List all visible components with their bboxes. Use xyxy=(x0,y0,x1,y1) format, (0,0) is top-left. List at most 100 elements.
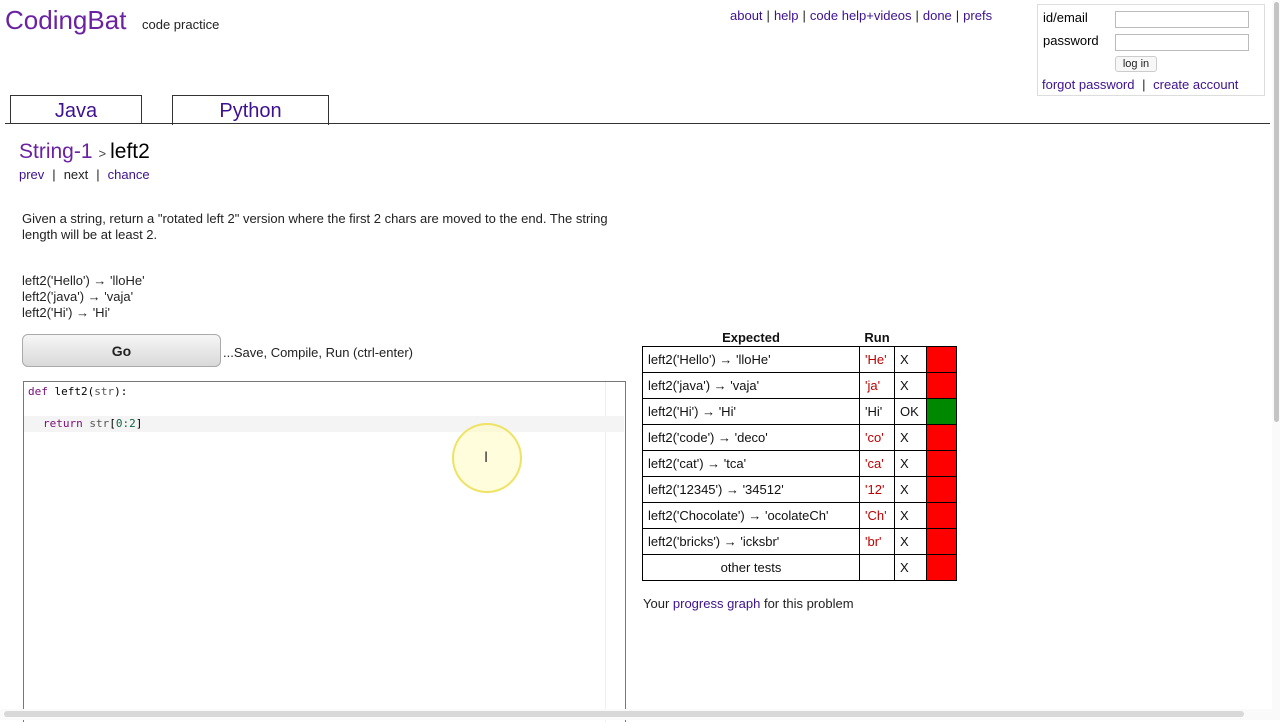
expected-cell: left2('Hello') → 'lloHe' xyxy=(642,346,860,373)
code-punct: [ xyxy=(109,417,116,430)
run-cell: 'ca' xyxy=(859,450,895,477)
tab-divider xyxy=(5,123,1270,124)
nav-separator: | xyxy=(766,8,770,23)
next-link[interactable]: next xyxy=(64,167,89,182)
vertical-scrollbar-thumb[interactable] xyxy=(1274,2,1279,422)
result-cell: X xyxy=(894,346,927,373)
nav-done-link[interactable]: done xyxy=(923,8,952,23)
other-tests-label: other tests xyxy=(642,554,860,581)
nav-separator: | xyxy=(955,8,960,23)
result-cell: X xyxy=(894,528,927,555)
tagline: code practice xyxy=(142,17,220,32)
nav-prefs-link[interactable]: prefs xyxy=(963,8,992,23)
other-tests-result: X xyxy=(894,554,927,581)
other-tests-status xyxy=(926,554,957,581)
result-row: left2('code') → 'deco''co' X xyxy=(642,424,957,451)
nav-help-link[interactable]: help xyxy=(774,8,799,23)
run-cell: 'ja' xyxy=(859,372,895,399)
result-row: left2('Hello') → 'lloHe' 'He' X xyxy=(642,346,957,373)
expected-cell: left2('Hi') → 'Hi' xyxy=(642,398,860,425)
expected-cell: left2('code') → 'deco' xyxy=(642,424,860,451)
example-line: left2('java') → 'vaja' xyxy=(22,289,134,304)
expected-cell: left2('Chocolate') → 'ocolateCh' xyxy=(642,502,860,529)
breadcrumb-separator: > xyxy=(98,146,107,161)
create-account-link[interactable]: create account xyxy=(1153,77,1238,92)
expected-cell: left2('cat') → 'tca' xyxy=(642,450,860,477)
results-body: left2('Hello') → 'lloHe' 'He' Xleft2('java… xyxy=(642,346,957,581)
code-editor[interactable]: def left2(str): return str[0:2] xyxy=(23,381,626,722)
problem-nav-separator: | xyxy=(52,167,56,182)
tab-python[interactable]: Python xyxy=(172,95,329,125)
results-table: Expected Run left2('Hello') → 'lloHe' 'He… xyxy=(642,328,957,581)
prev-link[interactable]: prev xyxy=(19,167,44,182)
problem-description: Given a string, return a "rotated left 2… xyxy=(22,211,608,242)
code-punct: ] xyxy=(135,417,143,430)
breadcrumb-category-link[interactable]: String-1 xyxy=(19,140,93,163)
status-cell xyxy=(926,476,957,503)
login-button[interactable]: log in xyxy=(1115,56,1157,72)
status-header xyxy=(927,328,957,347)
forgot-password-link[interactable]: forgot password xyxy=(1042,77,1135,92)
expected-header: Expected xyxy=(722,329,780,345)
code-arg: str xyxy=(94,385,115,398)
progress-graph-link[interactable]: progress graph xyxy=(673,596,760,611)
status-cell xyxy=(926,502,957,529)
breadcrumb: String-1 > left2 xyxy=(19,140,150,164)
result-row: left2('java') → 'vaja''ja' X xyxy=(642,372,957,399)
expected-cell: left2('bricks') → 'icksbr' xyxy=(642,528,860,555)
result-row: left2('cat') → 'tca''ca' X xyxy=(642,450,957,477)
other-tests-run xyxy=(859,554,895,581)
code-line-1[interactable]: def left2(str): xyxy=(28,384,609,400)
results-header-row: Expected Run xyxy=(643,328,957,347)
result-header xyxy=(895,328,927,347)
tab-java[interactable]: Java xyxy=(10,95,142,124)
id-email-label: id/email xyxy=(1043,10,1088,25)
problem-nav-separator: | xyxy=(96,167,100,182)
example-line: left2('Hi') → 'Hi' xyxy=(22,305,110,320)
chance-link[interactable]: chance xyxy=(108,167,150,182)
result-cell: X xyxy=(894,450,927,477)
nav-separator: | xyxy=(802,8,806,23)
problem-examples: left2('Hello') → 'lloHe' left2('java') →… xyxy=(22,273,145,321)
nav-about-link[interactable]: about xyxy=(730,8,763,23)
result-row: left2('Hi') → 'Hi' 'Hi' OK xyxy=(642,398,957,425)
run-cell: 'co' xyxy=(859,424,895,451)
result-cell: X xyxy=(894,372,927,399)
progress-suffix: for this problem xyxy=(760,596,854,611)
top-nav: about | help | code help+videos | done | prefs xyxy=(730,8,992,23)
run-cell: 'br' xyxy=(859,528,895,555)
result-row: left2('12345') → '34512' '12' X xyxy=(642,476,957,503)
result-row: left2('bricks') → 'icksbr''br' X xyxy=(642,528,957,555)
code-punct: ): xyxy=(114,385,128,398)
id-email-input[interactable] xyxy=(1115,11,1249,28)
nav-separator: | xyxy=(915,8,919,23)
run-cell: 'He' xyxy=(859,346,895,373)
result-cell: X xyxy=(894,424,927,451)
go-hint: ...Save, Compile, Run (ctrl-enter) xyxy=(223,345,414,360)
password-label: password xyxy=(1043,33,1099,48)
horizontal-scrollbar-thumb[interactable] xyxy=(4,711,1244,717)
codingbat-logo[interactable]: CodingBat xyxy=(5,5,126,36)
text-cursor-icon: I xyxy=(484,450,489,466)
code-keyword: def xyxy=(28,385,48,398)
code-number: 0:2 xyxy=(115,417,136,430)
result-cell: X xyxy=(894,476,927,503)
expected-cell: left2('12345') → '34512' xyxy=(642,476,860,503)
login-links: forgot password | create account xyxy=(1042,77,1238,92)
password-input[interactable] xyxy=(1115,34,1249,51)
go-button[interactable]: Go xyxy=(22,334,221,367)
other-tests-row: other tests X xyxy=(642,554,957,581)
status-cell xyxy=(926,346,957,373)
code-function-name: left2 xyxy=(54,385,88,398)
progress-line: Your progress graph for this problem xyxy=(643,596,854,611)
problem-title: left2 xyxy=(110,140,150,163)
code-line-2[interactable]: return str[0:2] xyxy=(24,416,624,432)
login-box: id/email password log in forgot password… xyxy=(1037,4,1265,96)
result-cell: X xyxy=(894,502,927,529)
result-cell: OK xyxy=(894,398,927,425)
editor-margin-line xyxy=(605,382,606,722)
status-cell xyxy=(926,528,957,555)
expected-cell: left2('java') → 'vaja' xyxy=(642,372,860,399)
run-cell: 'Hi' xyxy=(859,398,895,425)
nav-code-help-videos-link[interactable]: code help+videos xyxy=(810,8,912,23)
